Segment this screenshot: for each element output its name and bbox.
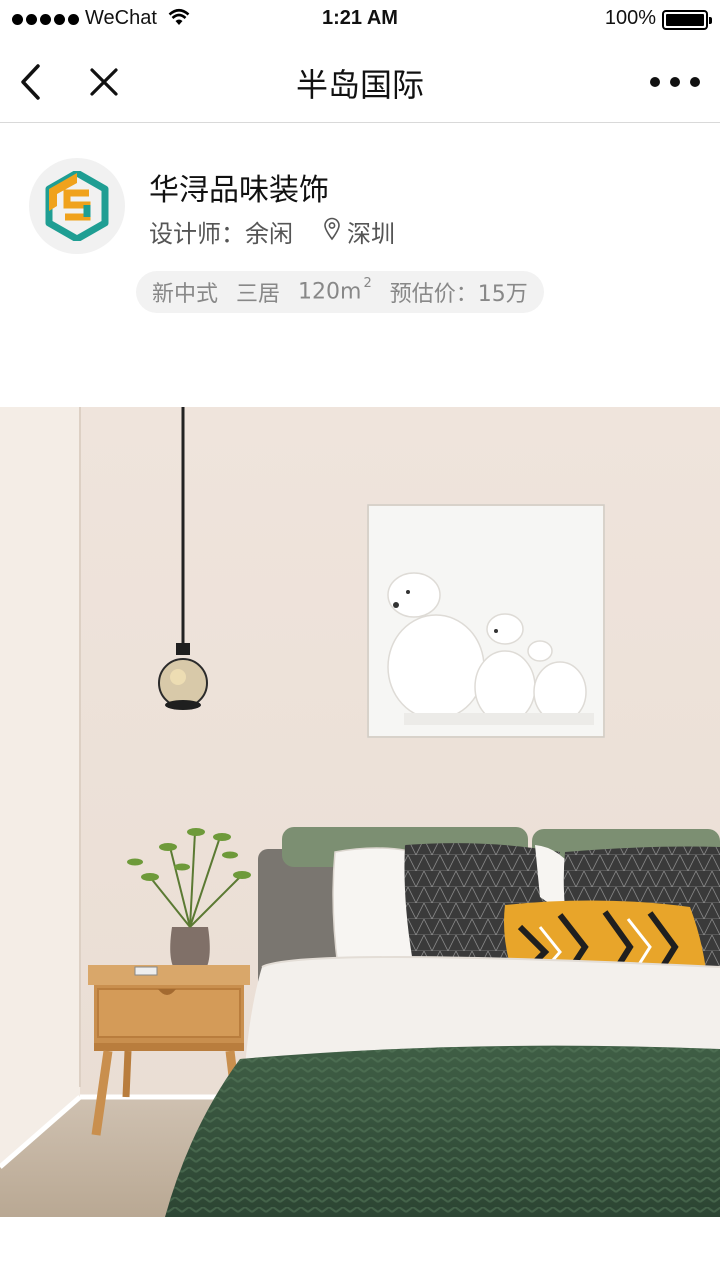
more-dot-icon <box>670 77 680 87</box>
status-bar: WeChat 1:21 AM 100% <box>0 0 720 40</box>
designer-name[interactable]: 余闲 <box>245 214 293 249</box>
tag-price-value: 15万 <box>477 282 528 307</box>
location-text: 深圳 <box>347 220 395 248</box>
bedroom-photo[interactable] <box>0 407 720 1217</box>
tag-style: 新中式 <box>152 282 219 307</box>
battery-percentage: 100% <box>604 7 656 29</box>
company-name[interactable]: 华浔品味装饰 <box>149 165 329 209</box>
tag-price-label: 预估价： <box>389 282 478 307</box>
more-dot-icon <box>650 77 660 87</box>
more-dot-icon <box>690 77 700 87</box>
tag-area-value: 120m <box>298 279 362 305</box>
location: 深圳 <box>323 214 395 249</box>
navigation-bar: 半岛国际 <box>0 40 720 123</box>
designer-label: 设计师： <box>149 220 245 248</box>
location-pin-icon <box>323 217 341 247</box>
tag-price: 预估价：15万 <box>390 276 528 308</box>
project-tags: 新中式 三居 120m 2 预估价：15万 <box>136 271 544 313</box>
tag-area: 120m 2 <box>298 276 372 305</box>
company-logo[interactable] <box>29 158 125 254</box>
battery-icon <box>662 10 712 30</box>
company-logo-icon <box>45 171 109 241</box>
designer-info: 设计师： 余闲 深圳 <box>149 214 395 249</box>
tag-rooms: 三居 <box>236 282 281 307</box>
more-options-button[interactable] <box>650 62 700 102</box>
page-title: 半岛国际 <box>295 66 424 104</box>
tag-area-unit-sup: 2 <box>363 276 372 292</box>
